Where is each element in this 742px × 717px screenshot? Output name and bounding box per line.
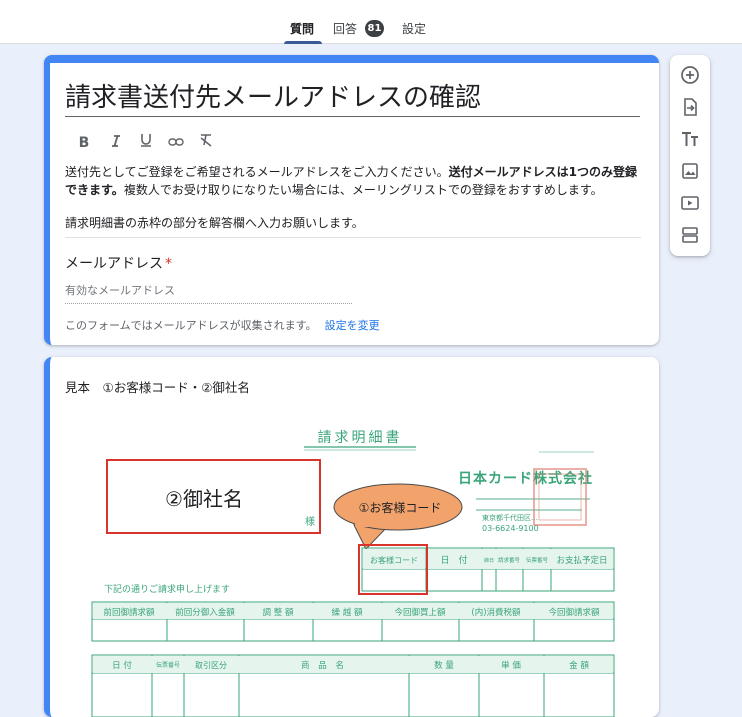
tab-responses-label: 回答: [333, 22, 358, 36]
active-tab-indicator: [284, 41, 322, 44]
bold-icon[interactable]: B: [74, 133, 94, 153]
info-header-cell: お客様コード: [370, 555, 418, 565]
summary-header-cell: (内)消費税額: [471, 607, 521, 618]
detail-header-cell: 取引区分: [195, 661, 227, 670]
invoice-intro-text: 下記の通りご請求申し上げます: [104, 583, 230, 595]
summary-header-cell: 前回御請求額: [103, 607, 155, 618]
email-collection-notice: このフォームではメールアドレスが収集されます。 設定を変更: [65, 319, 380, 332]
clear-format-icon[interactable]: [196, 133, 216, 153]
company-name: 日本カード株式会社: [458, 470, 593, 487]
summary-header-cell: 今回御請求額: [548, 607, 600, 618]
question-toolbar: [670, 55, 710, 256]
summary-header-cell: 今回御買上額: [394, 607, 446, 618]
branch-address: 東京都千代田区…: [482, 513, 538, 522]
responses-count-badge: 81: [365, 20, 384, 37]
summary-header-cell: 調 整 額: [263, 607, 294, 618]
add-image-icon[interactable]: [678, 159, 702, 183]
tab-settings-label: 設定: [402, 22, 427, 36]
invoice-heading: 請求明細書: [318, 430, 403, 446]
info-header-cell: お支払予定日: [556, 555, 607, 566]
link-icon[interactable]: [166, 133, 186, 153]
tab-questions[interactable]: 質問: [284, 0, 322, 44]
email-question-label: メールアドレス *: [65, 256, 172, 272]
form-title-input[interactable]: 請求書送付先メールアドレスの確認: [65, 80, 640, 117]
detail-header-cell: 金 額: [569, 660, 589, 671]
email-field[interactable]: 有効なメールアドレス: [65, 279, 352, 304]
change-settings-link[interactable]: 設定を変更: [325, 319, 380, 332]
info-header-cell: 日 付: [440, 555, 467, 566]
customer-code-callout: ①お客様コード: [333, 483, 463, 550]
detail-header-cell: 数 量: [434, 660, 454, 671]
info-header-cell: 請求番号: [498, 556, 521, 564]
summary-header-cell: 前回分御入金額: [175, 607, 235, 618]
detail-header-cell: 日 付: [112, 660, 132, 671]
description-divider: [65, 237, 641, 238]
description-text-1: 送付先としてご登録をご希望されるメールアドレスをご入力ください。: [65, 165, 449, 179]
tab-questions-label: 質問: [290, 22, 315, 36]
add-title-icon[interactable]: [678, 127, 702, 151]
import-questions-icon[interactable]: [678, 95, 702, 119]
tab-bar: 質問 回答 81 設定: [0, 0, 742, 44]
info-header-cell: 伝票番号: [526, 556, 549, 564]
detail-header-cell: 単 価: [501, 660, 521, 671]
required-asterisk: *: [165, 256, 172, 272]
info-header-cell: 締日: [484, 557, 494, 564]
add-video-icon[interactable]: [678, 191, 702, 215]
italic-icon[interactable]: [106, 133, 126, 153]
tab-responses[interactable]: 回答 81: [333, 0, 385, 44]
tab-settings[interactable]: 設定: [402, 0, 430, 44]
summary-header-cell: 繰 越 額: [332, 607, 363, 618]
customer-name-text: ②御社名: [165, 487, 243, 511]
company-phone: 03-6624-9100: [482, 524, 539, 533]
image-item-card[interactable]: 見本 ①お客様コード・②御社名 請求明細書 ②御社名 様 日本カード株式会社 東…: [44, 357, 659, 717]
image-item-title[interactable]: 見本 ①お客様コード・②御社名: [65, 377, 250, 396]
form-description[interactable]: 送付先としてご登録をご希望されるメールアドレスをご入力ください。送付メールアドレ…: [65, 163, 641, 232]
callout-text: ①お客様コード: [359, 500, 442, 515]
description-text-2: 複数人でお受け取りになりたい場合には、メーリングリストでの登録をおすすめします。: [123, 183, 603, 197]
invoice-sample-image: 請求明細書 ②御社名 様 日本カード株式会社 東京都千代田区… 03-6624-…: [91, 430, 615, 717]
honorific-text: 様: [305, 515, 315, 528]
description-text-3: 請求明細書の赤枠の部分を解答欄へ入力お願いします。: [65, 216, 364, 230]
add-question-icon[interactable]: [678, 63, 702, 87]
detail-header-cell: 伝票番号: [156, 661, 180, 669]
detail-header-cell: 商 品 名: [301, 660, 347, 671]
add-section-icon[interactable]: [678, 223, 702, 247]
form-header-card[interactable]: 請求書送付先メールアドレスの確認 B 送付先としてご登録をご希望されるメールアド…: [44, 55, 659, 345]
underline-icon[interactable]: [136, 133, 156, 153]
